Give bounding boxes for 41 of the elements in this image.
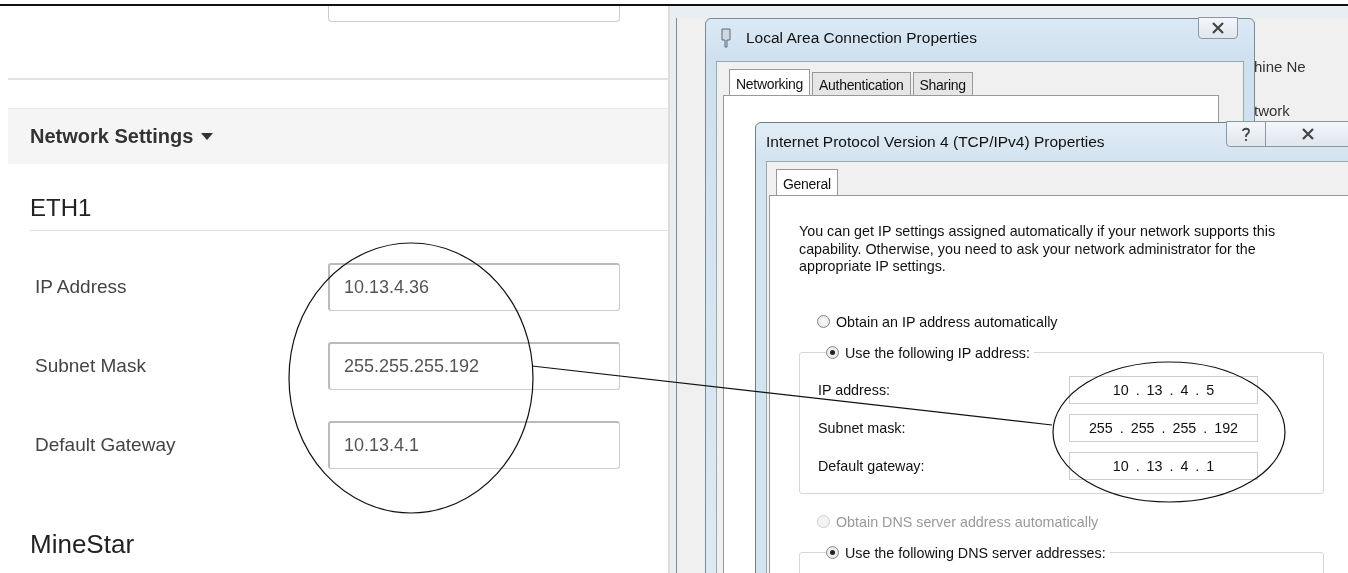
- close-button[interactable]: [1265, 121, 1348, 147]
- window-title: Local Area Connection Properties: [746, 29, 977, 47]
- field-label: IP Address: [34, 275, 128, 298]
- section-header[interactable]: Network Settings: [8, 108, 668, 164]
- field-label: Default gateway:: [818, 457, 926, 474]
- close-icon: [1300, 128, 1315, 140]
- field-label: Subnet Mask: [34, 354, 147, 377]
- description-text: You can get IP settings assigned automatically if your network supports this capability. Otherwise, you need to ask your network administrator for the appropriate IP settings.: [799, 223, 1277, 276]
- input-field[interactable]: 10.13.4.36: [328, 262, 620, 311]
- ip-address-field[interactable]: 255 . 255 . 255 . 192: [1069, 413, 1258, 442]
- network-adapter-icon: [720, 28, 732, 48]
- section-title: Network Settings: [30, 125, 194, 148]
- tab[interactable]: Sharing: [912, 72, 973, 96]
- ip-address-field[interactable]: 10 . 13 . 4 . 1: [1069, 451, 1258, 480]
- subsection-title: MineStar: [30, 527, 136, 561]
- tab[interactable]: Authentication: [812, 72, 911, 96]
- field-label: Default Gateway: [34, 433, 177, 456]
- input-field[interactable]: 255.255.255.192: [328, 341, 620, 390]
- help-button[interactable]: [1226, 121, 1266, 147]
- option-label: Use the following IP address:: [845, 344, 1030, 361]
- close-icon: [1211, 22, 1225, 34]
- tab[interactable]: General: [776, 169, 838, 197]
- window-title: Internet Protocol Version 4 (TCP/IPv4) Properties: [766, 133, 1105, 151]
- subsection-title: ETH1: [30, 193, 93, 223]
- option-label: Obtain an IP address automatically: [836, 313, 1058, 330]
- option-label: Obtain DNS server address automatically: [836, 513, 1099, 530]
- help-icon: [1241, 126, 1251, 142]
- field-label: Subnet mask:: [818, 419, 907, 436]
- radio-button[interactable]: [826, 346, 839, 359]
- close-button[interactable]: [1198, 17, 1238, 39]
- radio-button[interactable]: [817, 315, 830, 328]
- window-text: hine Ne: [1254, 58, 1306, 75]
- field-label: IP address:: [818, 381, 892, 398]
- radio-button[interactable]: [826, 546, 839, 559]
- ip-address-field[interactable]: 10 . 13 . 4 . 5: [1069, 375, 1258, 404]
- option-label: Use the following DNS server addresses:: [845, 544, 1106, 561]
- tab[interactable]: Networking: [729, 69, 811, 97]
- text-field[interactable]: [328, 6, 620, 22]
- input-field[interactable]: 10.13.4.1: [328, 420, 620, 469]
- caret-icon: [201, 133, 214, 140]
- window-text: twork: [1254, 102, 1290, 119]
